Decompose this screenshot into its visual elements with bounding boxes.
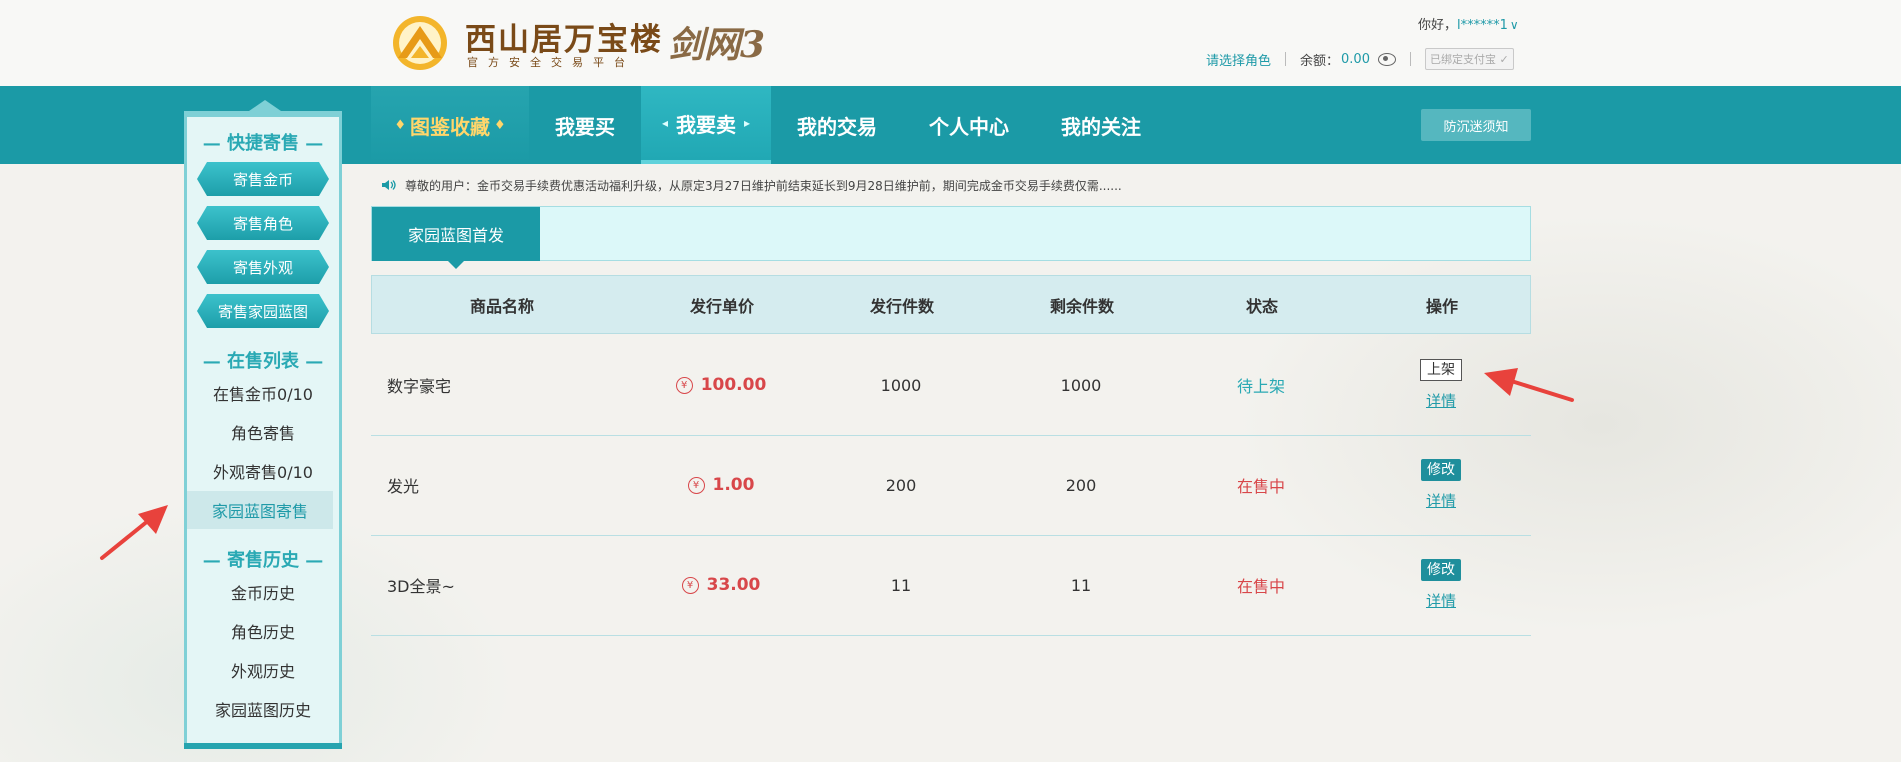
sidebar-item-role-consign[interactable]: 角色寄售	[187, 413, 339, 451]
alipay-bound-text: 已绑定支付宝	[1429, 53, 1496, 66]
alipay-bound-badge: 已绑定支付宝 ✓	[1424, 48, 1514, 70]
account-row: 请选择角色 余额： 0.00 已绑定支付宝 ✓	[1206, 48, 1514, 70]
speaker-icon	[382, 180, 396, 190]
sidebar-item-blueprint-history[interactable]: 家园蓝图历史	[187, 690, 339, 728]
game-logo: 剑网3	[668, 24, 766, 66]
table-row: 发光 ¥1.00 200 200 在售中 修改 详情	[371, 435, 1531, 536]
top-header: 西山居万宝楼 官方安全交易平台 剑网3 你好，l******1 ∨ 请选择角色 余…	[0, 0, 1901, 86]
sidebar-heading-quick-sell: — 快捷寄售 —	[202, 133, 324, 154]
sell-appearance-button[interactable]: 寄售外观	[197, 250, 329, 284]
sidebar-item-gold-on-sale[interactable]: 在售金币0/10	[187, 374, 339, 412]
nav-item-label: 我要买	[555, 114, 615, 139]
item-price: ¥1.00	[631, 435, 811, 535]
nav-item-collection[interactable]: ♦ 图鉴收藏 ♦	[371, 86, 529, 164]
sidebar-item-role-history[interactable]: 角色历史	[187, 612, 339, 650]
yen-icon: ¥	[681, 576, 699, 594]
column-header-remaining: 剩余件数	[1049, 296, 1114, 316]
sidebar-item-appearance-consign[interactable]: 外观寄售0/10	[187, 452, 339, 490]
anti-addiction-notice-button[interactable]: 防沉迷须知	[1421, 109, 1531, 141]
yen-icon: ¥	[687, 476, 705, 494]
nav-item-label: 我要卖	[676, 112, 736, 137]
arrow-right-icon: ▸	[744, 116, 751, 130]
price-value: 33.00	[706, 575, 761, 595]
flame-icon: ♦	[394, 117, 406, 133]
sell-gold-button[interactable]: 寄售金币	[197, 162, 329, 196]
greeting-text: 你好，	[1418, 18, 1458, 33]
balance-value: 0.00	[1341, 51, 1370, 67]
sell-blueprint-button[interactable]: 寄售家园蓝图	[197, 294, 329, 328]
nav-item-my-trades[interactable]: 我的交易	[771, 86, 903, 164]
row-actions: 上架 详情	[1351, 335, 1531, 435]
brand-name: 西山居万宝楼	[465, 22, 663, 58]
nav-item-label: 我的关注	[1061, 114, 1141, 139]
nav-item-label: 图鉴收藏	[410, 114, 490, 139]
username-link[interactable]: l******1	[1457, 18, 1508, 33]
divider	[1409, 52, 1411, 66]
column-header-name: 商品名称	[469, 296, 534, 316]
nav-item-following[interactable]: 我的关注	[1035, 86, 1167, 164]
tab-pointer	[448, 261, 464, 269]
edit-button[interactable]: 修改	[1421, 559, 1461, 581]
sidebar-item-appearance-history[interactable]: 外观历史	[187, 651, 339, 689]
nav-item-profile[interactable]: 个人中心	[903, 86, 1035, 164]
issued-count: 11	[890, 575, 912, 595]
sidebar-notch	[249, 100, 281, 111]
logo-icon	[393, 16, 447, 70]
edit-button[interactable]: 修改	[1421, 459, 1461, 481]
detail-link[interactable]: 详情	[1426, 590, 1456, 611]
column-header-issued: 发行件数	[869, 296, 934, 316]
detail-link[interactable]: 详情	[1426, 390, 1456, 411]
arrow-left-icon: ◂	[661, 116, 668, 130]
item-name: 发光	[387, 477, 420, 496]
status-badge: 在售中	[1236, 477, 1285, 496]
chevron-down-icon[interactable]: ∨	[1510, 18, 1519, 32]
item-name: 数字豪宅	[387, 377, 452, 396]
nav-item-buy[interactable]: 我要买	[529, 86, 641, 164]
sidebar-heading-on-sale: — 在售列表 —	[202, 351, 324, 372]
price-value: 1.00	[712, 475, 755, 495]
remaining-count: 11	[1070, 575, 1092, 595]
sidebar-item-blueprint-consign[interactable]: 家园蓝图寄售	[187, 491, 333, 529]
balance-label: 余额：	[1300, 53, 1340, 69]
nav-item-label: 个人中心	[929, 114, 1009, 139]
sidebar: — 快捷寄售 — 寄售金币 寄售角色 寄售外观 寄售家园蓝图 — 在售列表 — …	[184, 100, 342, 749]
announcement-text[interactable]: 尊敬的用户：金币交易手续费优惠活动福利升级，从原定3月27日维护前结束延长到9月…	[405, 177, 1122, 194]
divider	[1285, 52, 1287, 66]
tab-blueprint-debut[interactable]: 家园蓝图首发	[372, 207, 540, 261]
yen-icon: ¥	[675, 376, 693, 394]
price-value: 100.00	[700, 375, 767, 395]
select-role-link[interactable]: 请选择角色	[1206, 50, 1271, 69]
user-greeting: 你好，l******1 ∨	[1418, 14, 1519, 33]
row-actions: 修改 详情	[1351, 435, 1531, 535]
status-badge: 在售中	[1236, 577, 1285, 596]
nav-item-label: 我的交易	[797, 114, 877, 139]
check-icon: ✓	[1499, 53, 1509, 66]
eye-icon[interactable]	[1377, 52, 1396, 66]
table-header: 商品名称 发行单价 发行件数 剩余件数 状态 操作	[371, 275, 1531, 334]
list-on-shelf-button[interactable]: 上架	[1420, 359, 1462, 381]
announcement-ticker: 尊敬的用户：金币交易手续费优惠活动福利升级，从原定3月27日维护前结束延长到9月…	[371, 173, 1531, 197]
brand-subtitle: 官方安全交易平台	[467, 56, 635, 69]
row-actions: 修改 详情	[1351, 535, 1531, 635]
item-price: ¥100.00	[631, 335, 811, 435]
item-price: ¥33.00	[631, 535, 811, 635]
column-header-actions: 操作	[1425, 296, 1458, 316]
flame-icon: ♦	[494, 117, 506, 133]
remaining-count: 200	[1065, 475, 1097, 495]
sidebar-heading-history: — 寄售历史 —	[202, 550, 324, 571]
column-header-price: 发行单价	[689, 296, 754, 316]
sell-role-button[interactable]: 寄售角色	[197, 206, 329, 240]
sidebar-item-gold-history[interactable]: 金币历史	[187, 573, 339, 611]
tab-bar: 家园蓝图首发	[371, 206, 1531, 269]
issued-count: 200	[885, 475, 917, 495]
nav-item-sell[interactable]: ◂ 我要卖 ▸	[641, 86, 771, 164]
column-header-status: 状态	[1245, 296, 1278, 316]
table-row: 3D全景~ ¥33.00 11 11 在售中 修改 详情	[371, 535, 1531, 636]
remaining-count: 1000	[1060, 375, 1102, 395]
detail-link[interactable]: 详情	[1426, 490, 1456, 511]
table-row: 数字豪宅 ¥100.00 1000 1000 待上架 上架 详情	[371, 335, 1531, 436]
item-name: 3D全景~	[387, 577, 455, 596]
status-badge: 待上架	[1236, 377, 1285, 396]
issued-count: 1000	[880, 375, 922, 395]
